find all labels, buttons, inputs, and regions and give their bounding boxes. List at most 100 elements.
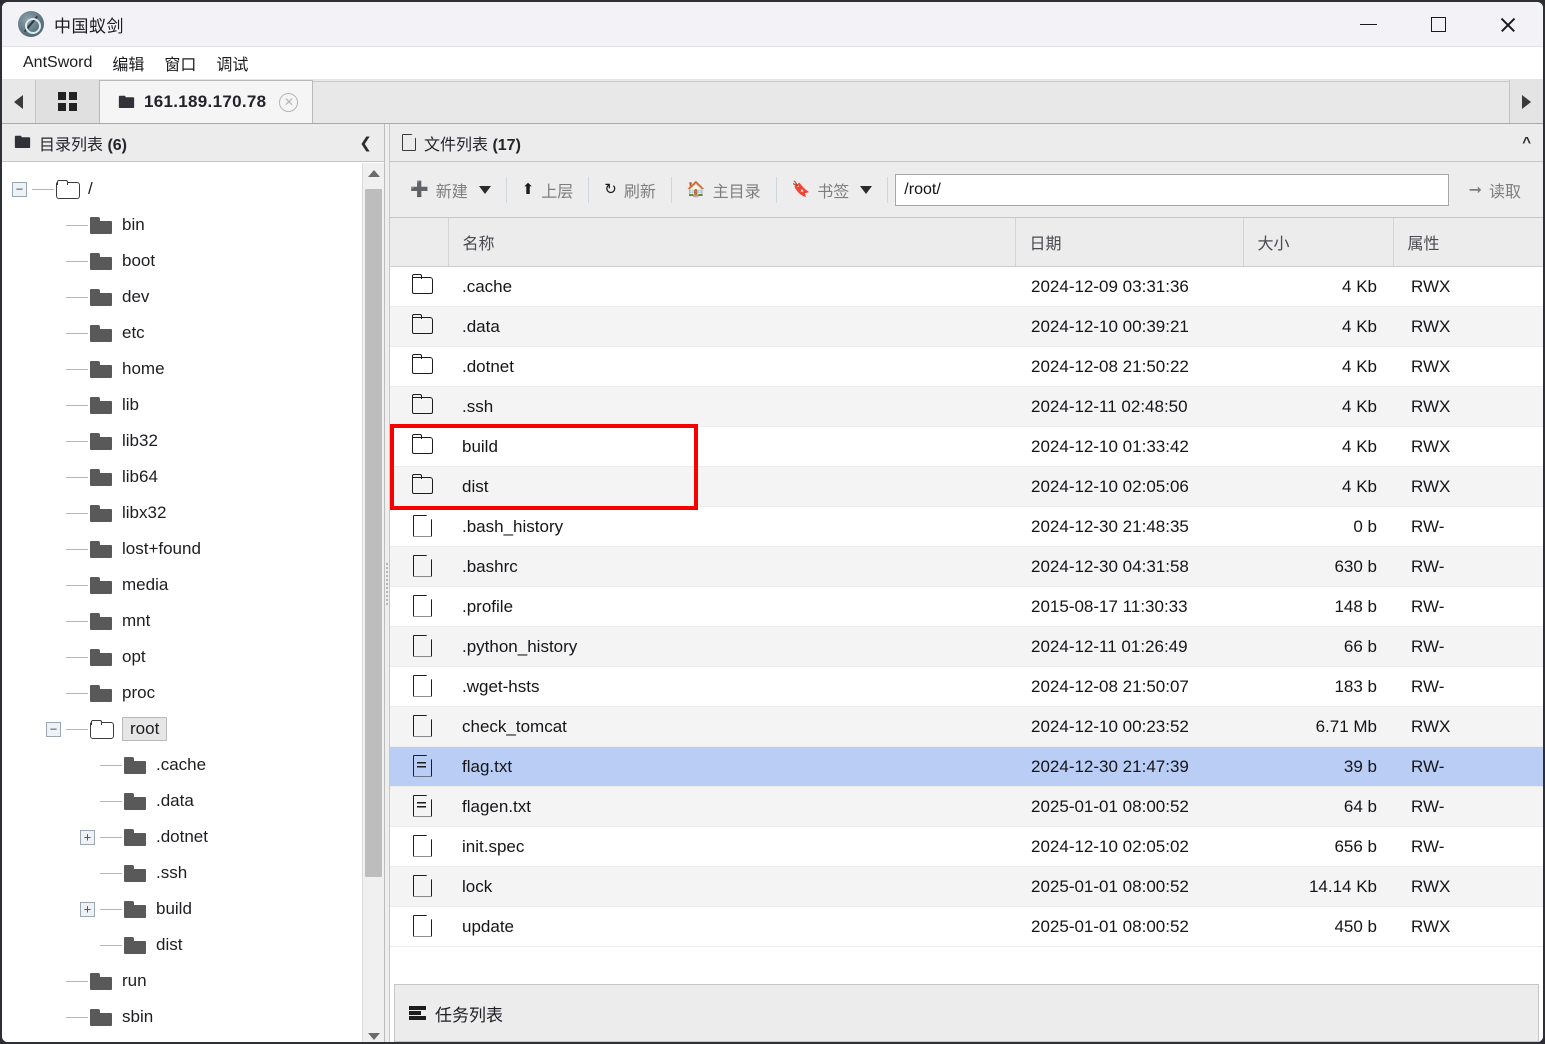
- table-row[interactable]: flag.txt 2024-12-30 21:47:39 39 b RW-: [390, 746, 1543, 787]
- tree-item-home[interactable]: home: [12, 351, 362, 387]
- file-name-cell: .bash_history: [448, 506, 1015, 547]
- directory-tree-wrapper: − / bin boot dev etc home lib lib32 lib64 libx32 lo…: [2, 162, 384, 1042]
- tree-item-build[interactable]: + build: [12, 891, 362, 927]
- close-icon[interactable]: ✕: [279, 92, 299, 112]
- file-date-cell: 2024-12-08 21:50:22: [1015, 346, 1243, 387]
- close-button[interactable]: [1473, 2, 1543, 47]
- close-icon: [1499, 16, 1517, 34]
- tree-item-dist[interactable]: dist: [12, 927, 362, 963]
- table-row[interactable]: .python_history 2024-12-11 01:26:49 66 b RW…: [390, 626, 1543, 667]
- table-row[interactable]: update 2025-01-01 08:00:52 450 b RWX: [390, 906, 1543, 947]
- table-row[interactable]: .data 2024-12-10 00:39:21 4 Kb RWX: [390, 306, 1543, 347]
- menu-item-debug[interactable]: 调试: [207, 48, 257, 78]
- tree-item-data[interactable]: .data: [12, 783, 362, 819]
- row-icon-cell: [390, 746, 448, 787]
- folder-solid-icon: [124, 900, 147, 918]
- file-table: 名称 日期 大小 属性 .cache 2024-12-09 03:31:36 4 K…: [390, 218, 1543, 947]
- tree-item-opt[interactable]: opt: [12, 639, 362, 675]
- column-header-date[interactable]: 日期: [1015, 218, 1244, 267]
- tab-scroll-right-button[interactable]: [1509, 80, 1543, 123]
- table-row[interactable]: .profile 2015-08-17 11:30:33 148 b RW-: [390, 586, 1543, 627]
- column-header-size[interactable]: 大小: [1243, 218, 1394, 267]
- tree-item-sbin[interactable]: sbin: [12, 999, 362, 1035]
- table-row[interactable]: init.spec 2024-12-10 02:05:02 656 b RW-: [390, 826, 1543, 867]
- folder-icon: [412, 313, 433, 336]
- menu-item-antsword[interactable]: AntSword: [14, 51, 101, 75]
- table-row[interactable]: build 2024-12-10 01:33:42 4 Kb RWX: [390, 426, 1543, 467]
- tree-item-root[interactable]: − root: [12, 711, 362, 747]
- column-header-icon[interactable]: [390, 218, 449, 267]
- tree-expand-icon[interactable]: +: [80, 829, 95, 845]
- scroll-up-button[interactable]: [363, 163, 384, 183]
- tree-item-libx32[interactable]: libx32: [12, 495, 362, 531]
- new-button[interactable]: ➕ 新建: [398, 172, 503, 208]
- table-row[interactable]: .bashrc 2024-12-30 04:31:58 630 b RW-: [390, 546, 1543, 587]
- table-row[interactable]: .ssh 2024-12-11 02:48:50 4 Kb RWX: [390, 386, 1543, 427]
- tree-item-label: dev: [122, 287, 150, 306]
- directory-tree-scrollbar[interactable]: [362, 163, 384, 1042]
- file-attr-cell: RWX: [1393, 386, 1543, 427]
- caret-down-icon[interactable]: [478, 185, 491, 194]
- scroll-down-button[interactable]: [363, 1026, 384, 1042]
- minimize-button[interactable]: [1333, 2, 1403, 47]
- tree-item-ssh[interactable]: .ssh: [12, 855, 362, 891]
- chevron-left-icon[interactable]: ❮: [359, 134, 372, 152]
- path-input[interactable]: [895, 173, 1449, 206]
- tab-bar-empty-space: [313, 81, 1509, 123]
- tree-item-dotnet[interactable]: + .dotnet: [12, 819, 362, 855]
- tree-item-run[interactable]: run: [12, 963, 362, 999]
- tree-item-mnt[interactable]: mnt: [12, 603, 362, 639]
- folder-open-icon: [90, 720, 114, 739]
- tree-item-bin[interactable]: bin: [12, 207, 362, 243]
- folder-icon: [412, 273, 433, 296]
- table-row[interactable]: .wget-hsts 2024-12-08 21:50:07 183 b RW-: [390, 666, 1543, 707]
- folder-icon: 🖿: [118, 92, 135, 112]
- table-row[interactable]: .bash_history 2024-12-30 21:48:35 0 b RW-: [390, 506, 1543, 547]
- row-icon-cell: [390, 306, 448, 347]
- tree-item-boot[interactable]: boot: [12, 243, 362, 279]
- tree-expand-icon[interactable]: +: [80, 901, 95, 917]
- table-row[interactable]: dist 2024-12-10 02:05:06 4 Kb RWX: [390, 466, 1543, 507]
- tab-161-189-170-78[interactable]: 🖿 161.189.170.78 ✕: [100, 80, 314, 123]
- folder-solid-icon: [90, 540, 113, 558]
- table-row[interactable]: .cache 2024-12-09 03:31:36 4 Kb RWX: [390, 266, 1543, 307]
- tree-collapse-icon[interactable]: −: [46, 721, 61, 737]
- tree-item-etc[interactable]: etc: [12, 315, 362, 351]
- tree-item-label: lost+found: [122, 539, 201, 558]
- caret-down-icon[interactable]: [860, 185, 873, 194]
- tree-item-lost-found[interactable]: lost+found: [12, 531, 362, 567]
- tree-item-label: .cache: [156, 755, 207, 774]
- file-toolbar: ➕ 新建 ⬆ 上层 ↻ 刷新 🏠 主目录 🔖 书签 /root/ ➞ 读取: [390, 162, 1543, 218]
- bookmark-button[interactable]: 🔖 书签: [780, 172, 885, 208]
- tree-item-lib64[interactable]: lib64: [12, 459, 362, 495]
- table-row[interactable]: check_tomcat 2024-12-10 00:23:52 6.71 Mb RW…: [390, 706, 1543, 747]
- file-size-cell: 4 Kb: [1243, 346, 1393, 387]
- tree-item-cache[interactable]: .cache: [12, 747, 362, 783]
- refresh-button[interactable]: ↻ 刷新: [592, 172, 668, 208]
- tree-line: [66, 656, 88, 658]
- menu-item-edit[interactable]: 编辑: [103, 48, 153, 78]
- tree-item-[interactable]: − /: [12, 171, 362, 207]
- menu-item-window[interactable]: 窗口: [155, 48, 205, 78]
- tree-item-dev[interactable]: dev: [12, 279, 362, 315]
- tree-item-proc[interactable]: proc: [12, 675, 362, 711]
- tree-collapse-icon[interactable]: −: [12, 181, 27, 197]
- home-dir-button[interactable]: 🏠 主目录: [675, 172, 773, 208]
- tree-item-lib32[interactable]: lib32: [12, 423, 362, 459]
- maximize-button[interactable]: [1403, 2, 1473, 47]
- read-button[interactable]: ➞ 读取: [1457, 172, 1533, 208]
- up-button[interactable]: ⬆ 上层: [510, 172, 586, 208]
- column-header-attr[interactable]: 属性: [1393, 218, 1543, 267]
- tree-item-media[interactable]: media: [12, 567, 362, 603]
- tab-scroll-left-button[interactable]: [2, 80, 36, 123]
- table-row[interactable]: flagen.txt 2025-01-01 08:00:52 64 b RW-: [390, 786, 1543, 827]
- table-row[interactable]: .dotnet 2024-12-08 21:50:22 4 Kb RWX: [390, 346, 1543, 387]
- chevron-up-icon[interactable]: ^: [1522, 134, 1531, 151]
- scrollbar-thumb[interactable]: [365, 189, 382, 877]
- folder-open-icon: [56, 180, 80, 199]
- column-header-name[interactable]: 名称: [448, 218, 1016, 267]
- tree-item-lib[interactable]: lib: [12, 387, 362, 423]
- table-row[interactable]: lock 2025-01-01 08:00:52 14.14 Kb RWX: [390, 866, 1543, 907]
- task-list-bar[interactable]: 任务列表: [394, 984, 1539, 1042]
- tab-home-button[interactable]: [36, 80, 100, 123]
